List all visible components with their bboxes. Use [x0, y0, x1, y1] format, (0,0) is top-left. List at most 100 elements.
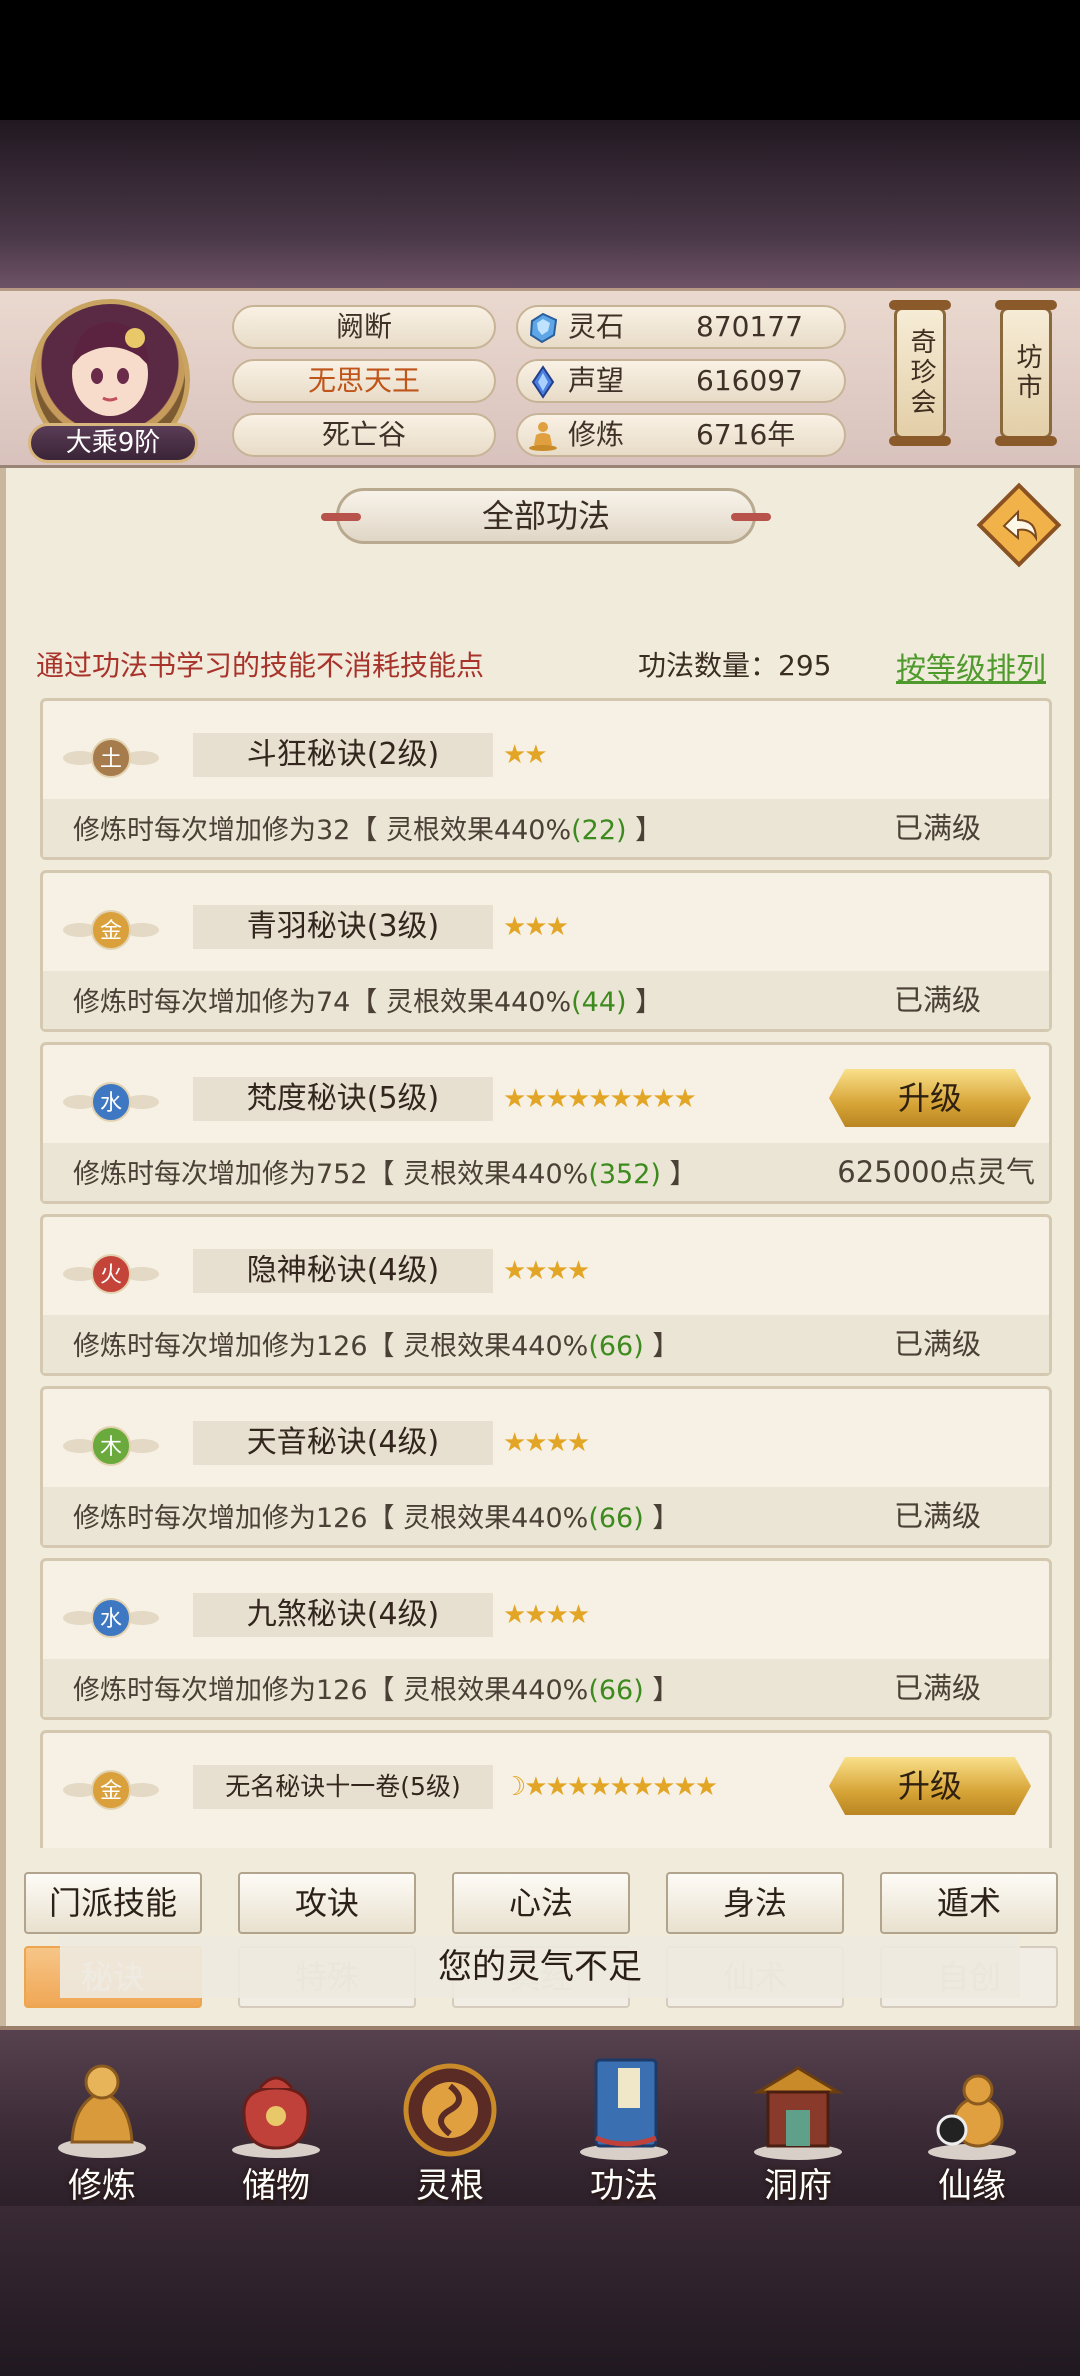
stat-spirit-stone: 灵石 870177: [516, 305, 846, 349]
stat-label: 声望: [568, 364, 625, 397]
element-badge: 火: [63, 1239, 159, 1309]
gourd-fate-icon: [928, 2074, 1016, 2160]
skill-name: 斗狂秘诀(2级): [193, 733, 493, 777]
player-name-field: 阙断: [232, 305, 496, 349]
status-bar-area: [0, 0, 1080, 120]
element-badge: 木: [63, 1411, 159, 1481]
sort-by-level-link[interactable]: 按等级排列: [896, 644, 1046, 688]
stat-value: 870177: [696, 310, 803, 343]
wood-element-icon: 木: [91, 1426, 131, 1466]
toast-message: 您的灵气不足: [60, 1936, 1020, 1998]
element-badge: 金: [63, 1755, 159, 1825]
realm-rank-badge: 大乘9阶: [28, 423, 198, 463]
reputation-crystal-icon: [531, 365, 555, 399]
skill-status: 已满级: [893, 1671, 981, 1705]
skill-card[interactable]: 水 九煞秘诀(4级) ★★★★ 修炼时每次增加修为126【 灵根效果440%(6…: [40, 1558, 1052, 1720]
player-title-field: 无思天王: [232, 359, 496, 403]
skill-card[interactable]: 土 斗狂秘诀(2级) ★★ 修炼时每次增加修为32【 灵根效果440%(22) …: [40, 698, 1052, 860]
skill-name: 青羽秘诀(3级): [193, 905, 493, 949]
stat-value: 6716年: [696, 418, 796, 451]
upgrade-button[interactable]: 升级: [829, 1757, 1031, 1815]
meditating-monk-icon: [58, 2064, 146, 2158]
skill-card[interactable]: 金 青羽秘诀(3级) ★★★ 修炼时每次增加修为74【 灵根效果440%(44)…: [40, 870, 1052, 1032]
skill-name: 无名秘诀十一卷(5级): [193, 1765, 493, 1809]
skill-description: 修炼时每次增加修为752【 灵根效果440%(352) 】: [73, 1159, 697, 1190]
star-rating: ★★: [503, 740, 548, 770]
star-rating: ☽★★★★★★★★★: [503, 1772, 718, 1802]
skill-name: 隐神秘诀(4级): [193, 1249, 493, 1293]
nav-storage[interactable]: 储物: [196, 2030, 356, 2210]
player-header: 大乘9阶 阙断 无思天王 死亡谷 灵石 870177 声望 616097 修炼 …: [0, 288, 1080, 468]
bottom-nav: 修炼 储物 灵根 功法 洞府 仙缘: [0, 2026, 1080, 2206]
skill-card[interactable]: 水 梵度秘诀(5级) ★★★★★★★★★ 升级 修炼时每次增加修为752【 灵根…: [40, 1042, 1052, 1204]
skill-name: 天音秘诀(4级): [193, 1421, 493, 1465]
upgrade-cost: 625000点灵气: [837, 1155, 1035, 1189]
top-backdrop: [0, 120, 1080, 288]
skill-book-hint: 通过功法书学习的技能不消耗技能点: [36, 649, 485, 682]
market-button[interactable]: 坊市: [995, 300, 1057, 446]
water-element-icon: 水: [91, 1598, 131, 1638]
skill-card[interactable]: 金 无名秘诀十一卷(5级) ☽★★★★★★★★★ 升级: [40, 1730, 1052, 1848]
nav-spirit-root[interactable]: 灵根: [370, 2030, 530, 2210]
tab-sect-skills[interactable]: 门派技能: [24, 1872, 202, 1934]
back-arrow-icon[interactable]: [976, 482, 1062, 568]
stat-cultivation: 修炼 6716年: [516, 413, 846, 457]
storage-bag-icon: [232, 2076, 320, 2158]
stat-value: 616097: [696, 364, 803, 397]
earth-element-icon: 土: [91, 738, 131, 778]
skill-list[interactable]: 土 斗狂秘诀(2级) ★★ 修炼时每次增加修为32【 灵根效果440%(22) …: [40, 698, 1052, 1848]
skill-description: 修炼时每次增加修为74【 灵根效果440%(44) 】: [73, 987, 663, 1018]
panel-title: 全部功法: [321, 488, 771, 544]
nav-cultivate[interactable]: 修炼: [22, 2030, 182, 2210]
tab-attack[interactable]: 攻诀: [238, 1872, 416, 1934]
star-rating: ★★★★: [503, 1428, 590, 1458]
stat-label: 修炼: [568, 418, 625, 451]
element-badge: 水: [63, 1067, 159, 1137]
element-badge: 水: [63, 1583, 159, 1653]
spirit-root-emblem-icon: [403, 2063, 497, 2157]
meditation-icon: [529, 422, 557, 451]
nav-cave[interactable]: 洞府: [718, 2030, 878, 2210]
tab-mind[interactable]: 心法: [452, 1872, 630, 1934]
nav-label: 修炼: [68, 2166, 136, 2206]
skill-description: 修炼时每次增加修为32【 灵根效果440%(22) 】: [73, 815, 663, 846]
tab-escape[interactable]: 遁术: [880, 1872, 1058, 1934]
stat-reputation: 声望 616097: [516, 359, 846, 403]
skill-count: 功法数量：295: [638, 649, 832, 682]
player-location-field: 死亡谷: [232, 413, 496, 457]
nav-fate[interactable]: 仙缘: [892, 2030, 1052, 2210]
spirit-stone-icon: [529, 312, 558, 344]
skill-status: 已满级: [893, 1327, 981, 1361]
metal-element-icon: 金: [91, 1770, 131, 1810]
skill-description: 修炼时每次增加修为126【 灵根效果440%(66) 】: [73, 1675, 680, 1706]
star-rating: ★★★★: [503, 1256, 590, 1286]
skill-description: 修炼时每次增加修为126【 灵根效果440%(66) 】: [73, 1503, 680, 1534]
nav-skills[interactable]: 功法: [544, 2030, 704, 2210]
skill-status: 已满级: [893, 1499, 981, 1533]
skill-card[interactable]: 木 天音秘诀(4级) ★★★★ 修炼时每次增加修为126【 灵根效果440%(6…: [40, 1386, 1052, 1548]
nav-label: 功法: [590, 2166, 658, 2206]
skill-status: 已满级: [893, 811, 981, 845]
element-badge: 土: [63, 723, 159, 793]
treasure-auction-button[interactable]: 奇珍会: [889, 300, 951, 446]
cave-dwelling-icon: [752, 2066, 844, 2160]
star-rating: ★★★: [503, 912, 569, 942]
nav-label: 仙缘: [938, 2166, 1006, 2206]
fire-element-icon: 火: [91, 1254, 131, 1294]
nav-label: 灵根: [416, 2166, 484, 2206]
star-rating: ★★★★: [503, 1600, 590, 1630]
stat-label: 灵石: [568, 310, 625, 343]
skill-book-icon: [580, 2058, 668, 2160]
skill-card[interactable]: 火 隐神秘诀(4级) ★★★★ 修炼时每次增加修为126【 灵根效果440%(6…: [40, 1214, 1052, 1376]
water-element-icon: 水: [91, 1082, 131, 1122]
bottom-backdrop: [0, 2206, 1080, 2376]
upgrade-button[interactable]: 升级: [829, 1069, 1031, 1127]
star-rating: ★★★★★★★★★: [503, 1084, 697, 1114]
nav-label: 洞府: [764, 2166, 832, 2206]
tab-movement[interactable]: 身法: [666, 1872, 844, 1934]
skill-status: 已满级: [893, 983, 981, 1017]
element-badge: 金: [63, 895, 159, 965]
skill-name: 九煞秘诀(4级): [193, 1593, 493, 1637]
skills-panel: 全部功法 通过功法书学习的技能不消耗技能点 功法数量：295 按等级排列 土 斗…: [0, 468, 1080, 2026]
skill-name: 梵度秘诀(5级): [193, 1077, 493, 1121]
